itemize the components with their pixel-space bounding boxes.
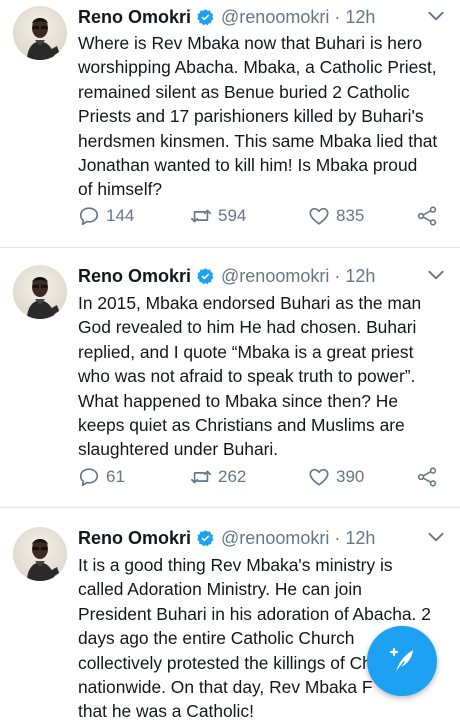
- tweet-text: Where is Rev Mbaka now that Buhari is he…: [78, 33, 438, 200]
- author-handle: @renoomokri · 12h: [221, 265, 376, 286]
- avatar[interactable]: [13, 6, 67, 60]
- chevron-down-icon[interactable]: [426, 6, 446, 26]
- avatar[interactable]: [13, 265, 67, 319]
- author-name[interactable]: Reno Omokri: [78, 528, 191, 549]
- verified-badge-icon: [196, 8, 215, 27]
- retweet-icon: [190, 466, 212, 488]
- avatar[interactable]: [13, 527, 67, 581]
- retweet-button[interactable]: 262: [190, 462, 246, 492]
- heart-icon: [308, 466, 330, 488]
- share-icon[interactable]: [416, 205, 438, 227]
- chevron-down-icon[interactable]: [426, 527, 446, 547]
- tweet-actions: 144 594 835: [78, 201, 450, 231]
- reply-count: 61: [106, 467, 125, 486]
- tweet-header: Reno Omokri @renoomokri · 12h: [78, 525, 460, 551]
- reply-button[interactable]: 61: [78, 462, 125, 492]
- tweet-text: In 2015, Mbaka endorsed Buhari as the ma…: [78, 293, 422, 460]
- like-button[interactable]: 390: [308, 462, 364, 492]
- tweet-header: Reno Omokri @renoomokri · 12h: [78, 4, 460, 30]
- share-icon[interactable]: [416, 466, 438, 488]
- reply-button[interactable]: 144: [78, 201, 134, 231]
- author-name[interactable]: Reno Omokri: [78, 7, 191, 28]
- like-count: 390: [336, 467, 365, 486]
- tweet[interactable]: Reno Omokri @renoomokri · 12h In 2015, M…: [0, 248, 460, 508]
- author-handle: @renoomokri · 12h: [221, 6, 376, 27]
- retweet-count: 594: [218, 206, 247, 225]
- retweet-button[interactable]: 594: [190, 201, 246, 231]
- compose-tweet-button[interactable]: [367, 626, 437, 696]
- tweet-header: Reno Omokri @renoomokri · 12h: [78, 263, 460, 289]
- author-handle: @renoomokri · 12h: [221, 527, 376, 548]
- heart-icon: [308, 205, 330, 227]
- reply-count: 144: [106, 206, 135, 225]
- author-name[interactable]: Reno Omokri: [78, 266, 191, 287]
- tweet-actions: 61 262 390: [78, 462, 450, 492]
- like-count: 835: [336, 206, 365, 225]
- compose-tweet-icon: [389, 647, 413, 672]
- chevron-down-icon[interactable]: [426, 265, 446, 285]
- verified-badge-icon: [196, 267, 215, 286]
- tweet[interactable]: Reno Omokri @renoomokri · 12h Where is R…: [0, 0, 460, 248]
- reply-icon: [78, 466, 100, 488]
- retweet-count: 262: [218, 467, 247, 486]
- like-button[interactable]: 835: [308, 201, 364, 231]
- retweet-icon: [190, 205, 212, 227]
- reply-icon: [78, 205, 100, 227]
- verified-badge-icon: [196, 529, 215, 548]
